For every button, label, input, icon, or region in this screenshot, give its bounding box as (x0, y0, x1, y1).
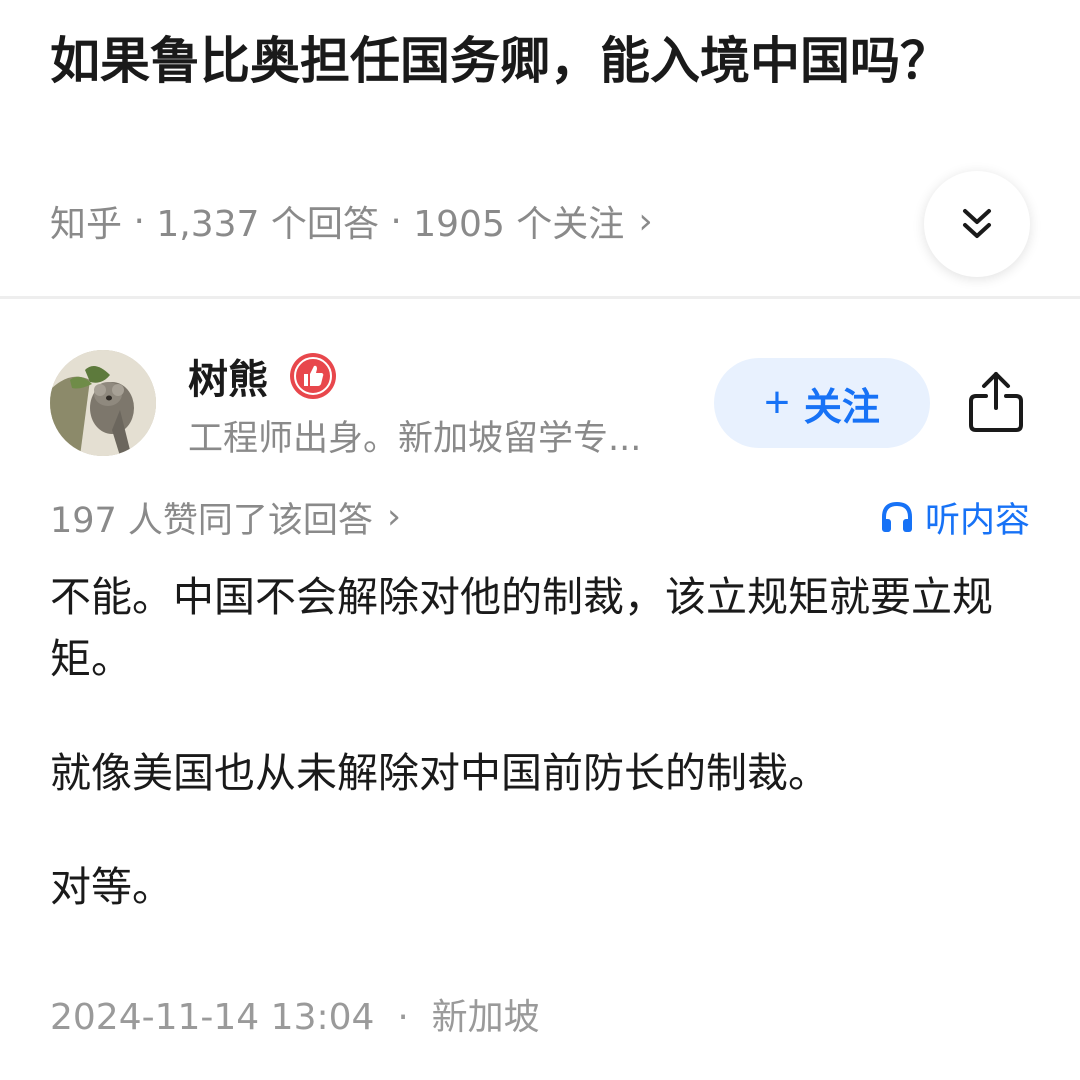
author-avatar[interactable] (50, 350, 156, 456)
plus-icon: + (764, 378, 790, 427)
question-title: 如果鲁比奥担任国务卿，能入境中国吗？ (50, 32, 950, 90)
author-bio: 工程师出身。新加坡留学专... (188, 419, 642, 459)
listen-button[interactable]: 听内容 (879, 494, 1030, 541)
answer-paragraph: 就像美国也从未解除对中国前防长的制裁。 (50, 749, 829, 797)
answer-location: 新加坡 (431, 997, 540, 1038)
answers-count: 1,337 个回答 (156, 204, 379, 245)
meta-separator: · (390, 200, 402, 242)
upvote-count-text: 197 人赞同了该回答 (50, 500, 373, 541)
followers-count: 1905 个关注 (413, 204, 625, 245)
answer-footer: 2024-11-14 13:04 · 新加坡 (50, 988, 540, 1040)
follow-button[interactable]: + 关注 (714, 358, 930, 448)
upvote-summary[interactable]: 197 人赞同了该回答 › (50, 494, 401, 541)
question-meta[interactable]: 知乎 · 1,337 个回答 · 1905 个关注 › (50, 195, 653, 247)
answer-paragraph: 不能。中国不会解除对他的制裁，该立规矩就要立规矩。 (50, 573, 993, 683)
answer-content: 不能。中国不会解除对他的制裁，该立规矩就要立规矩。 就像美国也从未解除对中国前防… (50, 566, 1010, 970)
share-button[interactable] (966, 370, 1026, 434)
double-chevron-down-icon (963, 209, 991, 238)
answer-timestamp: 2024-11-14 13:04 (50, 997, 375, 1038)
chevron-right-icon: › (638, 200, 653, 242)
chevron-right-icon: › (386, 497, 401, 537)
headphones-icon (881, 501, 912, 532)
author-name: 树熊 (188, 357, 268, 403)
answer-paragraph: 对等。 (50, 863, 173, 911)
listen-label: 听内容 (924, 500, 1030, 541)
collapse-button[interactable] (924, 171, 1030, 277)
follow-label: 关注 (803, 386, 880, 429)
section-divider (0, 296, 1080, 299)
thumbs-up-badge-icon (290, 353, 336, 399)
source-label: 知乎 (50, 204, 123, 245)
meta-separator: · (133, 200, 145, 242)
author-name-row[interactable]: 树熊 (188, 350, 338, 403)
meta-separator: · (397, 997, 409, 1038)
share-icon (969, 372, 1023, 432)
